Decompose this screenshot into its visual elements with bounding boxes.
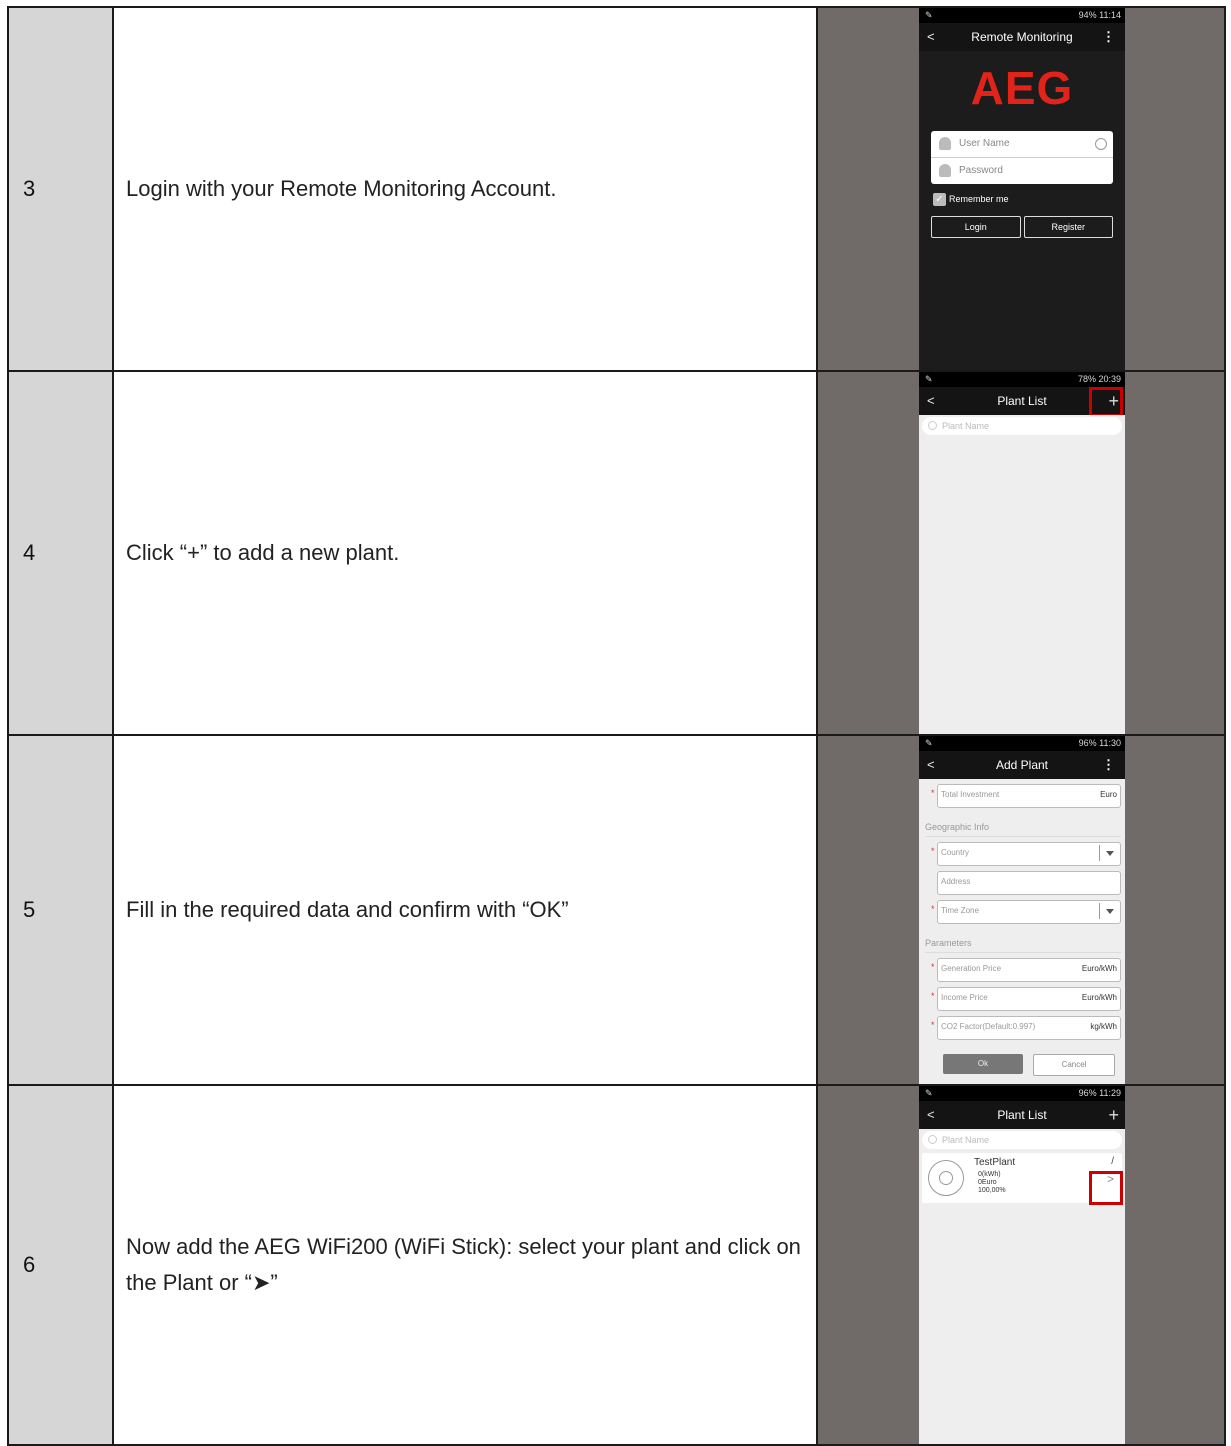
pen-icon: ✎ (925, 1088, 933, 1098)
lock-icon (939, 164, 951, 177)
edit-icon[interactable]: / (1111, 1156, 1114, 1167)
add-plant-button[interactable]: + (1108, 1101, 1119, 1129)
overflow-menu-icon[interactable]: ⋮ (1102, 23, 1115, 51)
highlight-box (1089, 1171, 1123, 1205)
back-icon[interactable]: < (927, 1101, 935, 1129)
login-screen: AEG User Name Password ✓ Remember me Logi… (919, 51, 1125, 370)
remember-me-checkbox[interactable]: ✓ Remember me (933, 192, 1125, 207)
energy-value: 0(kWh) (978, 1171, 1001, 1178)
co2-factor-input[interactable]: CO2 Factor(Default:0.997)kg/kWh (931, 1015, 1121, 1040)
geographic-info-heading: Geographic Info (925, 818, 1121, 837)
pen-icon: ✎ (925, 374, 933, 384)
parameters-heading: Parameters (925, 934, 1121, 953)
search-icon (928, 1135, 937, 1144)
checkmark-icon: ✓ (933, 193, 946, 207)
percent-value: 100,00% (978, 1187, 1006, 1194)
screenshot-cell: ✎ 94% 11:14 < Remote Monitoring ⋮ AEG Use… (816, 6, 1226, 372)
app-title: Add Plant (995, 758, 1049, 772)
app-title: Plant List (997, 1108, 1047, 1122)
chevron-down-icon (1099, 845, 1120, 861)
step-number: 4 (7, 370, 114, 736)
highlight-box (1089, 387, 1123, 417)
ok-button[interactable]: Ok (943, 1054, 1023, 1074)
step-description: Fill in the required data and confirm wi… (112, 734, 818, 1086)
password-input[interactable]: Password (931, 157, 1113, 184)
phone-screen-login: ✎ 94% 11:14 < Remote Monitoring ⋮ AEG Use… (919, 8, 1125, 370)
plant-sun-icon (928, 1160, 964, 1196)
step-description: Login with your Remote Monitoring Accoun… (112, 6, 818, 372)
screenshot-cell: ✎ 96% 11:29 < Plant List + Plant Name Tes… (816, 1084, 1226, 1446)
aeg-logo: AEG (970, 62, 1074, 114)
income-value: 0Euro (978, 1179, 997, 1186)
cancel-button[interactable]: Cancel (1033, 1054, 1115, 1076)
login-button[interactable]: Login (931, 216, 1021, 239)
address-input[interactable]: Address (937, 871, 1121, 895)
step-number: 6 (7, 1084, 114, 1446)
pen-icon: ✎ (925, 10, 933, 20)
country-select[interactable]: Country (931, 841, 1121, 866)
overflow-menu-icon[interactable]: ⋮ (1102, 751, 1115, 779)
pen-icon: ✎ (925, 738, 933, 748)
app-bar: < Add Plant ⋮ (919, 751, 1125, 779)
steps-table: 3 Login with your Remote Monitoring Acco… (7, 6, 1226, 1446)
phone-screen-plant-list: ✎ 96% 11:29 < Plant List + Plant Name Tes… (919, 1086, 1125, 1444)
app-title: Remote Monitoring (971, 30, 1073, 44)
back-icon[interactable]: < (927, 751, 935, 779)
income-price-input[interactable]: Income PriceEuro/kWh (931, 986, 1121, 1011)
step-description: Click “+” to add a new plant. (112, 370, 818, 736)
step-number: 5 (7, 734, 114, 1086)
search-input[interactable]: Plant Name (922, 1131, 1122, 1149)
login-box: User Name Password (931, 131, 1113, 184)
back-icon[interactable]: < (927, 387, 935, 415)
plant-name: TestPlant (974, 1157, 1016, 1168)
generation-price-input[interactable]: Generation PriceEuro/kWh (931, 957, 1121, 982)
status-bar: ✎ 94% 11:14 (919, 8, 1125, 23)
total-investment-input[interactable]: Total InvestmentEuro (931, 783, 1121, 808)
back-icon[interactable]: < (927, 23, 935, 51)
time-zone-select[interactable]: Time Zone (931, 899, 1121, 924)
status-bar: ✎ 78% 20:39 (919, 372, 1125, 387)
screenshot-cell: ✎ 78% 20:39 < Plant List + Plant Name (816, 370, 1226, 736)
search-icon (928, 421, 937, 430)
add-plant-form: Total InvestmentEuro Geographic Info Cou… (919, 779, 1125, 1084)
register-button[interactable]: Register (1023, 216, 1113, 239)
app-title: Plant List (997, 394, 1047, 408)
step-description: Now add the AEG WiFi200 (WiFi Stick): se… (112, 1084, 818, 1446)
chevron-down-icon (1099, 903, 1120, 919)
search-input[interactable]: Plant Name (922, 417, 1122, 435)
phone-screen-plant-list-empty: ✎ 78% 20:39 < Plant List + Plant Name (919, 372, 1125, 734)
plant-list-body: Plant Name (919, 415, 1125, 734)
app-bar: < Plant List + (919, 1101, 1125, 1129)
app-bar: < Remote Monitoring ⋮ (919, 23, 1125, 51)
username-input[interactable]: User Name (931, 131, 1113, 157)
status-bar: ✎ 96% 11:30 (919, 736, 1125, 751)
status-bar: ✎ 96% 11:29 (919, 1086, 1125, 1101)
user-icon (939, 137, 951, 150)
dropdown-circle-icon[interactable] (1095, 138, 1107, 150)
screenshot-cell: ✎96% 11:30 < Add Plant ⋮ Total Investmen… (816, 734, 1226, 1086)
phone-screen-add-plant: ✎96% 11:30 < Add Plant ⋮ Total Investmen… (919, 736, 1125, 1084)
step-number: 3 (7, 6, 114, 372)
